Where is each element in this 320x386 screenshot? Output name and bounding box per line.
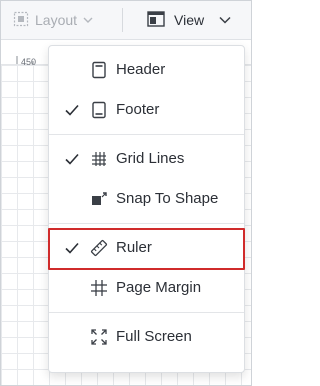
footer-icon [90,101,108,119]
menu-item-label: Snap To Shape [116,190,219,207]
checkmark-icon [64,151,80,167]
menu-item-grid-lines[interactable]: Grid Lines [49,139,244,179]
menu-item-ruler[interactable]: Ruler [48,228,245,270]
header-icon [90,61,108,79]
ruler-icon [90,239,108,257]
menu-item-page-margin[interactable]: Page Margin [49,268,244,308]
menu-group-screen: Full Screen [49,313,244,361]
checkmark-icon [64,102,80,118]
full-screen-icon [90,328,108,346]
app-frame: Layout View 450 Header Footer Grid Lines… [0,0,252,386]
menu-item-label: Footer [116,101,160,118]
snap-to-shape-icon [90,190,108,208]
menu-item-footer[interactable]: Footer [49,90,244,130]
checkmark-icon [64,240,80,256]
menu-item-snap-to-shape[interactable]: Snap To Shape [49,179,244,219]
menu-group-grid: Grid Lines Snap To Shape [49,135,244,223]
page-margin-icon [90,279,108,297]
menu-item-header[interactable]: Header [49,50,244,90]
menu-item-label: Page Margin [116,279,202,296]
menu-item-label: Full Screen [116,328,192,345]
chevron-down-icon [83,12,93,28]
view-panel-icon [147,10,165,31]
view-label: View [174,12,205,28]
toolbar: Layout View [1,1,251,40]
menu-item-label: Grid Lines [116,150,185,167]
view-dropdown[interactable]: View [147,9,231,31]
layout-select-icon [13,11,29,30]
layout-label: Layout [35,12,78,28]
view-menu: Header Footer Grid Lines Snap To Shape R… [48,45,245,373]
menu-item-label: Ruler [116,239,152,256]
chevron-down-icon [219,12,231,28]
grid-lines-icon [90,150,108,168]
menu-group-header-footer: Header Footer [49,46,244,134]
menu-item-full-screen[interactable]: Full Screen [49,317,244,357]
layout-dropdown: Layout [13,10,93,30]
menu-item-label: Header [116,61,166,78]
toolbar-divider [122,8,123,32]
menu-group-ruler: Ruler Page Margin [48,224,245,312]
